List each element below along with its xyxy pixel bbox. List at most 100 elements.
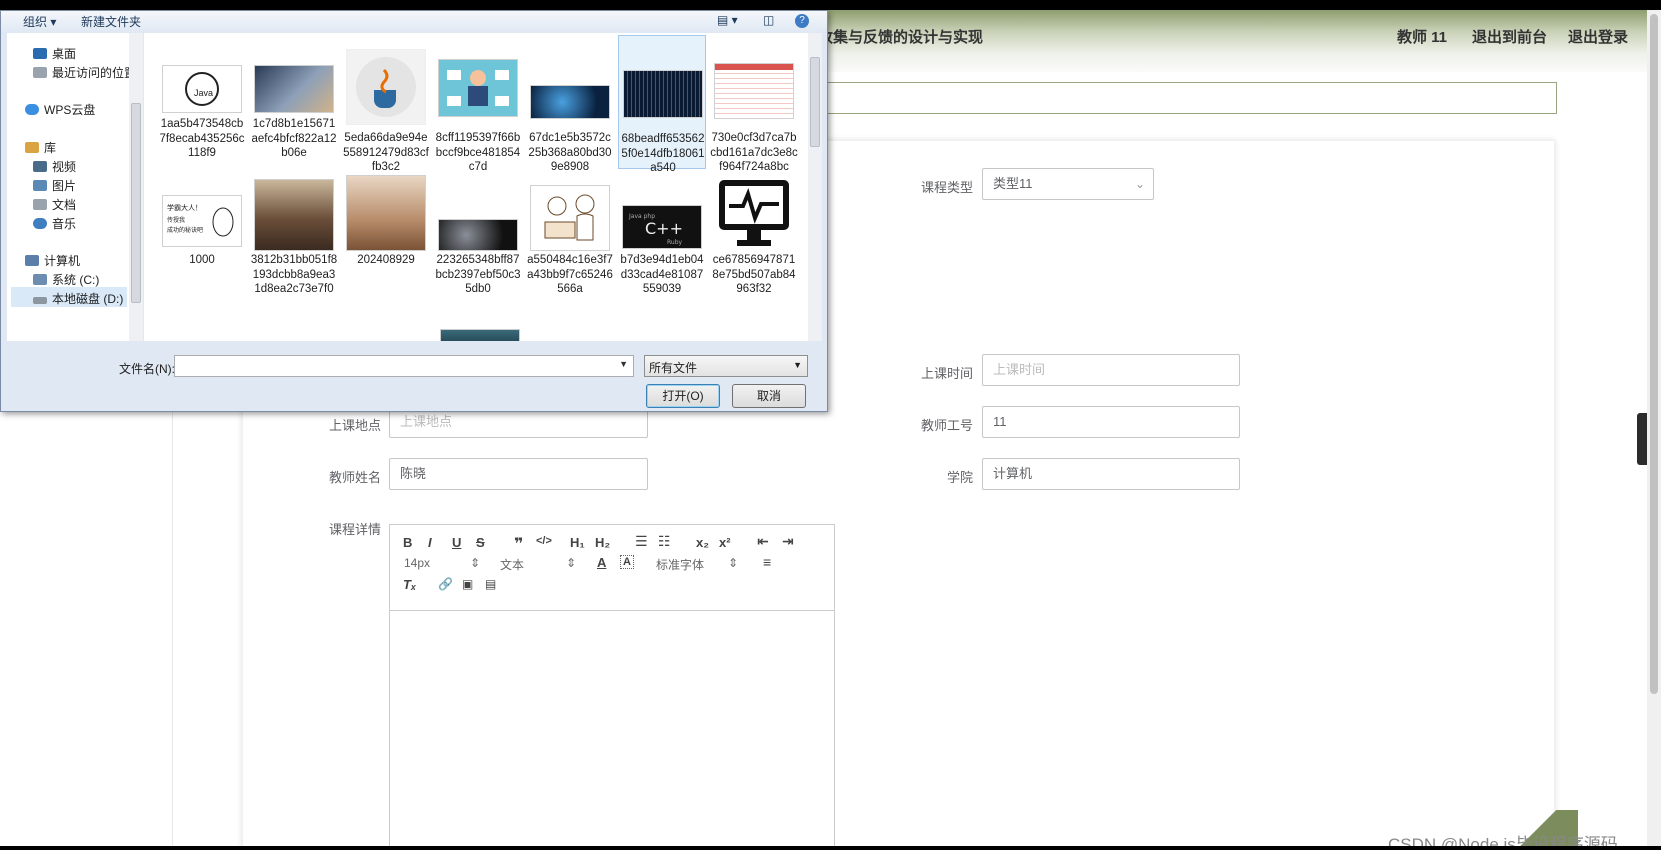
file-list: Java 1aa5b473548cb7f8ecab435256c118f9 1c… bbox=[144, 33, 808, 341]
file-name: 1c7d8b1e15671aefc4bfcf822a12b06e bbox=[251, 118, 337, 159]
text-style-select[interactable]: 文本 bbox=[500, 556, 524, 573]
h1-icon[interactable]: H₁ bbox=[570, 535, 585, 550]
recent-places-icon bbox=[33, 67, 47, 78]
file-thumbnail bbox=[254, 179, 334, 251]
course-type-value: 类型11 bbox=[993, 176, 1033, 191]
file-item[interactable]: 3812b31bb051f8193dcbb8a9ea31d8ea2c73e7f0 bbox=[250, 173, 338, 313]
new-folder-button[interactable]: 新建文件夹 bbox=[81, 13, 141, 30]
watermark: CSDN @Node.js毕设程序源码 bbox=[1388, 835, 1618, 846]
help-icon[interactable]: ? bbox=[795, 14, 809, 28]
scrollbar-thumb[interactable] bbox=[810, 57, 820, 147]
nav-item-documents[interactable]: 文档 bbox=[33, 196, 76, 213]
file-name: b7d3e94d1eb04d33cad4e81087559039 bbox=[620, 254, 704, 295]
navigation-pane: 桌面 最近访问的位置 WPS云盘 库 视频 图片 文档 音乐 计算机 系统 (C… bbox=[7, 33, 129, 341]
class-time-input[interactable]: 上课时间 bbox=[982, 354, 1240, 386]
page-scrollbar[interactable] bbox=[1647, 10, 1661, 846]
underline-icon[interactable]: U bbox=[452, 535, 461, 550]
scrollbar-thumb[interactable] bbox=[1650, 14, 1658, 694]
computer-icon bbox=[25, 255, 39, 266]
filetype-select[interactable]: 所有文件 ▼ bbox=[644, 355, 808, 377]
college-input[interactable]: 计算机 bbox=[982, 458, 1240, 490]
file-name: 3812b31bb051f8193dcbb8a9ea31d8ea2c73e7f0 bbox=[250, 254, 338, 295]
teacher-name-input[interactable]: 陈晓 bbox=[389, 458, 648, 490]
file-item[interactable]: 67dc1e5b3572c25b368a80bd309e8908 bbox=[526, 47, 614, 173]
subscript-icon[interactable]: x₂ bbox=[696, 535, 709, 550]
quote-icon[interactable]: ❞ bbox=[514, 534, 523, 554]
document-library-icon bbox=[33, 199, 47, 210]
nav-item-computer[interactable]: 计算机 bbox=[25, 252, 80, 269]
library-icon bbox=[25, 142, 39, 153]
teacher-id-input[interactable]: 11 bbox=[982, 406, 1240, 438]
file-item-selected[interactable]: 68beadff6535625f0e14dfb18061a540 bbox=[618, 35, 706, 174]
file-item[interactable]: 730e0cf3d7ca7bcbd161a7dc3e8cf964f724a8bc bbox=[710, 47, 798, 173]
dropdown-arrow-icon[interactable]: ▼ bbox=[619, 359, 628, 369]
dialog-command-bar: 组织 ▾ 新建文件夹 ▤ ▾ ◫ ? bbox=[1, 11, 827, 33]
nav-item-libraries[interactable]: 库 bbox=[25, 139, 56, 156]
video-library-icon bbox=[33, 161, 47, 172]
h2-icon[interactable]: H₂ bbox=[595, 535, 610, 550]
nav-item-recent[interactable]: 最近访问的位置 bbox=[33, 64, 129, 81]
nav-item-pictures[interactable]: 图片 bbox=[33, 177, 76, 194]
link-icon[interactable]: 🔗 bbox=[438, 577, 453, 591]
file-item[interactable]: 1c7d8b1e15671aefc4bfcf822a12b06e bbox=[250, 47, 338, 169]
italic-icon[interactable]: I bbox=[428, 535, 432, 550]
monitor-icon bbox=[719, 180, 789, 246]
file-item[interactable]: 202408929 bbox=[342, 173, 430, 313]
preview-pane-icon[interactable]: ◫ bbox=[763, 13, 774, 27]
nav-item-drive-d[interactable]: 本地磁盘 (D:) bbox=[11, 287, 127, 307]
background-color-icon[interactable]: A bbox=[620, 555, 634, 569]
ordered-list-icon[interactable]: ☰ bbox=[635, 533, 648, 550]
file-name: 1aa5b473548cb7f8ecab435256c118f9 bbox=[159, 118, 245, 159]
nav-item-videos[interactable]: 视频 bbox=[33, 158, 76, 175]
file-thumbnail-partial[interactable] bbox=[440, 329, 520, 341]
current-user[interactable]: 教师 11 bbox=[1397, 26, 1447, 47]
superscript-icon[interactable]: x² bbox=[719, 535, 731, 550]
college-label: 学院 bbox=[946, 470, 973, 485]
file-item[interactable]: 学霸大人！ 传授我 成功的秘诀吧 1000 bbox=[158, 173, 246, 313]
file-item[interactable]: 8cff1195397f66bbccf9bce481854c7d bbox=[434, 47, 522, 173]
logout-link[interactable]: 退出登录 bbox=[1568, 26, 1628, 47]
image-icon[interactable]: ▣ bbox=[462, 577, 473, 591]
bullet-list-icon[interactable]: ☷ bbox=[658, 533, 671, 550]
teacher-name-label: 教师姓名 bbox=[328, 470, 381, 485]
file-item[interactable]: 223265348bff87bcb2397ebf50c35db0 bbox=[434, 173, 522, 313]
nav-item-wps-cloud[interactable]: WPS云盘 bbox=[25, 101, 95, 118]
font-family-select[interactable]: 标准字体 bbox=[656, 556, 704, 573]
file-item[interactable]: ce678569478718e75bd507ab84963f32 bbox=[710, 173, 798, 313]
strike-icon[interactable]: S bbox=[476, 535, 485, 550]
nav-item-drive-c[interactable]: 系统 (C:) bbox=[33, 271, 99, 288]
cancel-button[interactable]: 取消 bbox=[732, 384, 806, 408]
open-button[interactable]: 打开(O) bbox=[646, 384, 720, 408]
course-type-select[interactable]: 类型11 ⌄ bbox=[982, 168, 1154, 200]
font-color-icon[interactable]: A bbox=[597, 555, 606, 570]
file-item[interactable]: Java 1aa5b473548cb7f8ecab435256c118f9 bbox=[158, 47, 246, 169]
font-size-select[interactable]: 14px bbox=[404, 556, 430, 570]
nav-item-desktop[interactable]: 桌面 bbox=[33, 45, 76, 62]
file-name: a550484c16e3f7a43bb9f7c65246566a bbox=[527, 254, 613, 295]
bold-icon[interactable]: B bbox=[403, 535, 412, 550]
back-to-frontend-link[interactable]: 退出到前台 bbox=[1472, 26, 1547, 47]
outdent-icon[interactable]: ⇤ bbox=[757, 533, 769, 550]
file-item[interactable]: C++ Java php Ruby b7d3e94d1eb04d33cad4e810… bbox=[618, 173, 706, 313]
view-icon[interactable]: ▤ ▾ bbox=[717, 13, 738, 27]
course-type-label: 课程类型 bbox=[920, 180, 973, 195]
file-item[interactable]: a550484c16e3f7a43bb9f7c65246566a bbox=[526, 173, 614, 313]
nav-scrollbar[interactable] bbox=[129, 33, 143, 341]
video-icon[interactable]: ▤ bbox=[485, 577, 496, 591]
scrollbar-thumb[interactable] bbox=[131, 103, 141, 303]
indent-icon[interactable]: ⇥ bbox=[782, 533, 794, 550]
file-item[interactable]: 5eda66da9e94e558912479d83cffb3c2 bbox=[342, 47, 430, 173]
filename-label: 文件名(N): bbox=[119, 362, 175, 376]
rich-text-editor[interactable]: B I U S ❞ </> H₁ H₂ ☰ ☷ x₂ x² ⇤ ⇥ 14px ⇕… bbox=[389, 524, 835, 846]
nav-item-music[interactable]: 音乐 bbox=[33, 215, 76, 232]
svg-text:学霸大人！: 学霸大人！ bbox=[167, 203, 202, 212]
code-icon[interactable]: </> bbox=[536, 535, 552, 547]
filename-input[interactable]: ▼ bbox=[174, 355, 634, 377]
clear-format-icon[interactable]: Tₓ bbox=[403, 577, 416, 592]
file-list-scrollbar[interactable] bbox=[808, 33, 822, 341]
file-open-dialog: 组织 ▾ 新建文件夹 ▤ ▾ ◫ ? 桌面 最近访问的位置 WPS云盘 库 视频… bbox=[0, 10, 828, 412]
align-icon[interactable]: ≡ bbox=[763, 554, 771, 570]
file-thumbnail: C++ Java php Ruby bbox=[622, 205, 702, 249]
organize-button[interactable]: 组织 ▾ bbox=[23, 13, 56, 30]
file-thumbnail bbox=[714, 175, 794, 251]
